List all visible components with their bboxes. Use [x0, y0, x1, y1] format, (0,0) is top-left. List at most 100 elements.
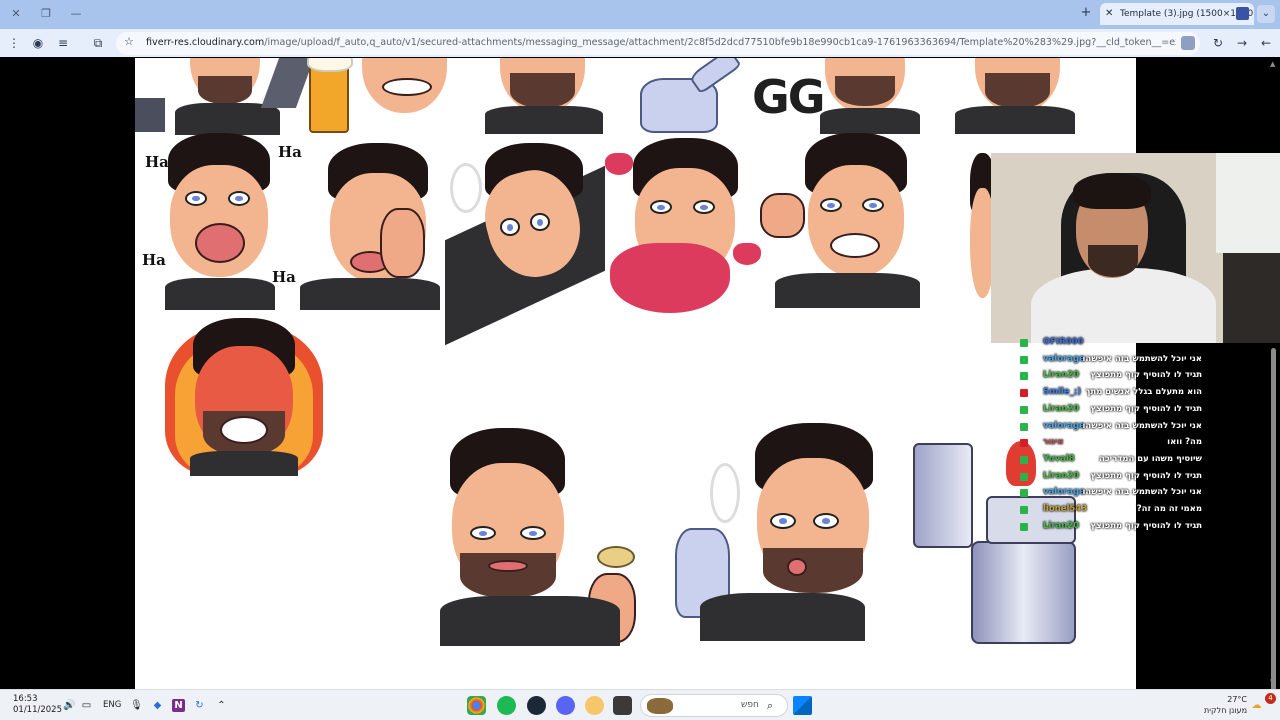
- new-tab-button[interactable]: +: [1078, 5, 1094, 21]
- weather-icon: ☁: [1251, 700, 1262, 711]
- notification-badge[interactable]: 4: [1265, 693, 1276, 704]
- window-background: [1216, 153, 1280, 253]
- restore-window-icon[interactable]: ❐: [38, 6, 54, 22]
- clock-date: 01/11/2025: [13, 705, 62, 715]
- spotify-app-icon[interactable]: [497, 696, 516, 715]
- emote-laughing-crying: Ha Ha Ha Ha: [140, 133, 302, 310]
- back-icon[interactable]: ←: [1258, 35, 1274, 51]
- emote-smirk-partial: [950, 58, 1095, 134]
- show-hidden-icons-chevron-icon[interactable]: ⌃: [215, 699, 228, 712]
- scroll-up-icon[interactable]: ▲: [1270, 60, 1277, 68]
- sync-icon[interactable]: ↻: [193, 699, 206, 712]
- chat-username[interactable]: Liran20: [1043, 521, 1079, 531]
- emote-beer-partial: [307, 58, 457, 133]
- chat-username[interactable]: OFIR000: [1043, 337, 1083, 347]
- volume-icon[interactable]: 🔊: [63, 699, 76, 712]
- screen: { "browser": { "tab_title": "Template (3…: [0, 0, 1280, 720]
- chat-text: שיוסיף משהו עם המדריכה: [1099, 453, 1202, 464]
- tab-title: Template (3).jpg (1500×1200): [1120, 9, 1254, 19]
- onenote-icon[interactable]: N: [172, 699, 185, 712]
- chat-username[interactable]: איגור: [1043, 437, 1064, 447]
- emote-dizzy-smoke: [445, 143, 605, 346]
- windows-start-icon[interactable]: [793, 696, 812, 715]
- chat-message: lionel543 מאמי זה מה זה?: [1017, 504, 1217, 518]
- chat-badge-icon: [1020, 389, 1028, 398]
- streamer-shirt: [1031, 268, 1216, 343]
- chat-badge-icon: [1020, 506, 1028, 514]
- close-window-icon[interactable]: ✕: [8, 6, 24, 22]
- chat-username[interactable]: lionel543: [1043, 504, 1087, 514]
- chat-text: מה? וואו: [1167, 437, 1202, 448]
- chat-badge-icon: [1020, 422, 1028, 431]
- weather-widget[interactable]: 27°C מעונן חלקית: [1192, 694, 1247, 716]
- chat-text: אני יוכל להשתמש בזה איפשהו: [1082, 487, 1203, 498]
- minimize-window-icon[interactable]: —: [68, 6, 84, 22]
- translate-icon[interactable]: [1181, 36, 1195, 50]
- search-placeholder: חפש: [741, 700, 759, 710]
- menu-dots-icon[interactable]: ⋮: [6, 35, 22, 51]
- gg-text: GG: [752, 70, 826, 124]
- webcam-overlay: [991, 153, 1280, 343]
- chat-text: תגיד לו להוסיף קוף מתפוצץ: [1090, 370, 1202, 381]
- tab-favicon-icon: [1236, 7, 1249, 20]
- chat-badge-icon: [1020, 372, 1028, 381]
- chat-badge-icon: [1020, 489, 1028, 498]
- extensions-icon[interactable]: ⧉: [90, 35, 106, 51]
- taskbar-search[interactable]: חפש ⌕: [640, 694, 788, 717]
- chat-badge-icon: [1020, 405, 1028, 414]
- weather-temp: 27°C: [1227, 695, 1247, 704]
- chat-message: valorage אני יוכל להשתמש בזה איפשהו: [1017, 421, 1217, 435]
- clock-time: 16:53: [13, 694, 38, 704]
- chat-message: Smile_;) הוא מתעלם בגלל אנשים מתך: [1017, 387, 1217, 401]
- tab-strip: ✕ ❐ — + ✕ Template (3).jpg (1500×1200) ⌄: [0, 0, 1280, 29]
- taskbar: 16:53 01/11/2025 🔊 ▭ ENG 🎙 ◆ N ↻ ⌃ חפש ⌕…: [0, 689, 1280, 720]
- tab-search-button[interactable]: ⌄: [1257, 5, 1275, 23]
- chat-message: Liran20 תגיד לו להוסיף קוף מתפוצץ: [1017, 521, 1217, 535]
- emote-bong-partial: [635, 58, 745, 133]
- chat-username[interactable]: Yuval8: [1043, 454, 1075, 464]
- scroll-thumb[interactable]: [1271, 348, 1276, 720]
- url-domain: fiverr-res.cloudinary.com: [146, 37, 265, 48]
- close-tab-icon[interactable]: ✕: [1105, 3, 1113, 25]
- defender-icon[interactable]: ◆: [151, 699, 164, 712]
- chat-username[interactable]: valorage: [1043, 421, 1085, 431]
- chat-badge-icon: [1020, 339, 1028, 347]
- emote-facepalm: [300, 143, 445, 310]
- discord-app-icon[interactable]: [556, 696, 575, 715]
- ha-text: Ha: [278, 143, 302, 161]
- ha-text: Ha: [272, 268, 296, 286]
- chat-badge-icon: [1020, 355, 1028, 364]
- profile-avatar-icon[interactable]: ◉: [30, 35, 46, 51]
- microphone-icon[interactable]: 🎙: [130, 699, 143, 712]
- chat-username[interactable]: valorage: [1043, 487, 1085, 497]
- chat-username[interactable]: Liran20: [1043, 471, 1079, 481]
- url-text[interactable]: fiverr-res.cloudinary.com/image/upload/f…: [146, 37, 1176, 48]
- chat-username[interactable]: Liran20: [1043, 370, 1079, 380]
- chat-badge-icon: [1020, 522, 1028, 531]
- chat-message: Liran20 תגיד לו להוסיף קוף מתפוצץ: [1017, 471, 1217, 485]
- emote-angry-fire: [165, 316, 323, 476]
- chat-username[interactable]: Smile_;): [1043, 387, 1081, 397]
- chat-message: איגור מה? וואו: [1017, 437, 1217, 451]
- reload-icon[interactable]: ↻: [1210, 35, 1226, 51]
- bookmark-star-icon[interactable]: ☆: [124, 35, 134, 48]
- language-indicator[interactable]: ENG: [103, 700, 121, 710]
- chat-username[interactable]: valorage: [1043, 354, 1085, 364]
- streamer-beard: [1088, 245, 1138, 277]
- scroll-down-icon[interactable]: ▼: [1270, 678, 1277, 686]
- clock[interactable]: 16:53 01/11/2025: [13, 694, 62, 716]
- terminal-app-icon[interactable]: [613, 696, 632, 715]
- network-icon[interactable]: ▭: [80, 699, 93, 712]
- address-bar[interactable]: ☆ fiverr-res.cloudinary.com/image/upload…: [116, 32, 1200, 55]
- chrome-app-icon[interactable]: [467, 696, 486, 715]
- steam-app-icon[interactable]: [527, 696, 546, 715]
- chat-username[interactable]: Liran20: [1043, 404, 1079, 414]
- media-control-icon[interactable]: ≡: [55, 35, 71, 51]
- tab-template-image[interactable]: ✕ Template (3).jpg (1500×1200): [1100, 3, 1254, 25]
- chat-text: הוא מתעלם בגלל אנשים מתך: [1085, 387, 1202, 398]
- app-icon-yellow[interactable]: [585, 696, 604, 715]
- browser-toolbar: ⋮ ◉ ≡ ⧉ ☆ fiverr-res.cloudinary.com/imag…: [0, 29, 1280, 57]
- forward-icon[interactable]: →: [1234, 35, 1250, 51]
- chat-text: תגיד לו להוסיף קוף מתפוצץ: [1090, 403, 1202, 414]
- streamer-hair: [1073, 173, 1151, 209]
